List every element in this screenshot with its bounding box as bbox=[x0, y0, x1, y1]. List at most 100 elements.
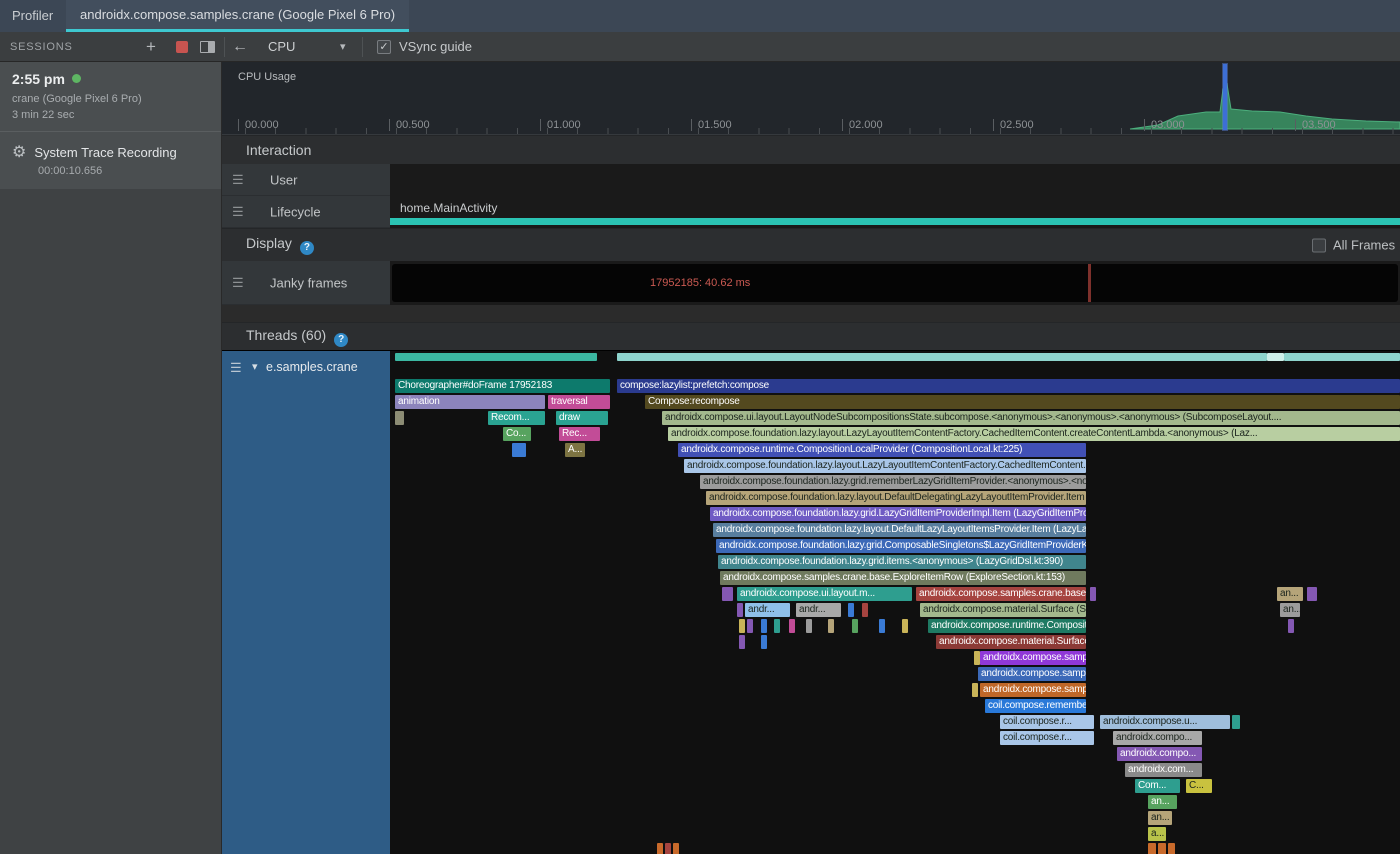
flame-bar[interactable]: androidx.compose.runtime.CompositionLoca… bbox=[928, 619, 1086, 633]
flame-bar[interactable]: an... bbox=[1277, 587, 1303, 601]
flame-bar-sliver[interactable] bbox=[848, 603, 854, 617]
flame-bar-sliver[interactable] bbox=[852, 619, 858, 633]
flame-bar[interactable]: androidx.compose.samples.crane.base.Expl… bbox=[980, 683, 1086, 697]
flame-bar[interactable]: a... bbox=[1148, 827, 1166, 841]
lifecycle-event-bar[interactable] bbox=[390, 218, 1400, 225]
flame-bar-sliver[interactable] bbox=[739, 635, 745, 649]
flame-bar[interactable]: coil.compose.r... bbox=[1000, 731, 1094, 745]
flame-bar-sliver[interactable] bbox=[806, 619, 812, 633]
janky-track-label[interactable]: ☰ Janky frames bbox=[222, 261, 390, 305]
session-entry[interactable]: 2:55 pm crane (Google Pixel 6 Pro) 3 min… bbox=[0, 62, 221, 131]
flame-bar[interactable]: androidx.compose.samples.crane.base.Expl… bbox=[980, 651, 1086, 665]
user-track-label[interactable]: ☰ User bbox=[222, 164, 390, 196]
flame-bar[interactable]: andr... bbox=[796, 603, 841, 617]
flame-bar[interactable]: Co... bbox=[503, 427, 531, 441]
add-session-icon[interactable]: + bbox=[146, 32, 156, 62]
flame-bar-sliver[interactable] bbox=[902, 619, 908, 633]
flame-bar-sliver[interactable] bbox=[512, 443, 526, 457]
flame-bar-sliver[interactable] bbox=[1158, 843, 1166, 854]
flame-bar-sliver[interactable] bbox=[1168, 843, 1175, 854]
stop-recording-icon[interactable] bbox=[176, 41, 188, 53]
flame-bar-sliver[interactable] bbox=[1267, 353, 1284, 361]
flame-bar[interactable]: androidx.compose.foundation.lazy.grid.Co… bbox=[716, 539, 1086, 553]
flame-bar-sliver[interactable] bbox=[862, 603, 868, 617]
flame-bar[interactable]: Compose:recompose bbox=[645, 395, 1400, 409]
flame-bar-sliver[interactable] bbox=[879, 619, 885, 633]
flame-bar[interactable]: androidx.compose.foundation.lazy.grid.it… bbox=[718, 555, 1086, 569]
flame-bar-sliver[interactable] bbox=[761, 635, 767, 649]
flame-bar[interactable]: androidx.compo... bbox=[1113, 731, 1202, 745]
flame-bar-sliver[interactable] bbox=[395, 411, 404, 425]
cpu-usage-strip[interactable]: CPU Usage 00.00000.50001.00001.50002.000… bbox=[222, 62, 1400, 135]
flame-bar-sliver[interactable] bbox=[657, 843, 663, 854]
help-icon[interactable]: ? bbox=[334, 333, 348, 347]
flame-bar[interactable]: androidx.compose.ui.layout.LayoutNodeSub… bbox=[662, 411, 1400, 425]
flame-bar-sliver[interactable] bbox=[747, 619, 753, 633]
flame-bar-sliver[interactable] bbox=[1288, 619, 1294, 633]
flame-bar[interactable]: androidx.compose.ui.layout.m... bbox=[737, 587, 912, 601]
profiler-type-dropdown[interactable]: CPU bbox=[268, 32, 295, 62]
lifecycle-track-area[interactable]: home.MainActivity bbox=[390, 196, 1400, 228]
flame-bar-sliver[interactable] bbox=[789, 619, 795, 633]
flame-bar-sliver[interactable] bbox=[828, 619, 834, 633]
flame-bar-sliver[interactable] bbox=[617, 353, 1267, 361]
user-track-area[interactable] bbox=[390, 164, 1400, 196]
janky-frame-bar[interactable]: 17952185: 40.62 ms bbox=[392, 264, 1398, 302]
flame-bar[interactable]: androidx.compose.foundation.lazy.layout.… bbox=[684, 459, 1086, 473]
flame-bar-sliver[interactable] bbox=[737, 603, 743, 617]
flame-bar[interactable]: androidx.com... bbox=[1125, 763, 1202, 777]
flame-bar[interactable]: draw bbox=[556, 411, 608, 425]
flame-bar[interactable]: compose:lazylist:prefetch:compose bbox=[617, 379, 1400, 393]
flame-bar[interactable]: androidx.compose.u... bbox=[1100, 715, 1230, 729]
flame-bar-sliver[interactable] bbox=[1148, 843, 1156, 854]
flame-bar[interactable]: androidx.compose.samples.crane.base.Expl… bbox=[720, 571, 1086, 585]
flame-bar[interactable]: Com... bbox=[1135, 779, 1180, 793]
flame-chart[interactable]: Choreographer#doFrame 17952183compose:la… bbox=[390, 353, 1400, 854]
help-icon[interactable]: ? bbox=[300, 241, 314, 255]
flame-bar-sliver[interactable] bbox=[1307, 587, 1317, 601]
flame-bar-sliver[interactable] bbox=[673, 843, 679, 854]
thread-label-selected[interactable]: ☰ ▾ e.samples.crane bbox=[222, 351, 390, 854]
janky-track-area[interactable]: 17952185: 40.62 ms bbox=[390, 261, 1400, 305]
collapse-panel-icon[interactable] bbox=[200, 41, 215, 53]
flame-bar-sliver[interactable] bbox=[739, 619, 745, 633]
flame-bar-sliver[interactable] bbox=[774, 619, 780, 633]
flame-bar[interactable]: Recom... bbox=[488, 411, 545, 425]
flame-bar-sliver[interactable] bbox=[665, 843, 671, 854]
flame-bar[interactable]: androidx.compose.foundation.lazy.grid.La… bbox=[710, 507, 1086, 521]
flame-bar[interactable]: androidx.compose.runtime.CompositionLoca… bbox=[678, 443, 1086, 457]
thread-expand-icon[interactable]: ▾ bbox=[252, 360, 258, 373]
flame-bar[interactable]: androidx.compose.material.Surface (Surfa… bbox=[920, 603, 1086, 617]
janky-frame-marker[interactable] bbox=[1088, 264, 1091, 302]
flame-bar[interactable]: C... bbox=[1186, 779, 1212, 793]
drag-handle-icon[interactable]: ☰ bbox=[232, 275, 244, 291]
flame-bar[interactable]: androidx.compose.material.Surface.<anony… bbox=[936, 635, 1086, 649]
recording-entry[interactable]: ⚙ System Trace Recording 00:00:10.656 bbox=[0, 131, 221, 189]
chevron-down-icon[interactable]: ▾ bbox=[340, 32, 346, 62]
vsync-guide-checkbox[interactable]: ✓ bbox=[377, 40, 391, 54]
back-arrow-icon[interactable]: ← bbox=[232, 32, 248, 62]
flame-bar-sliver[interactable] bbox=[722, 587, 733, 601]
flame-bar[interactable]: androidx.compose.foundation.lazy.layout.… bbox=[713, 523, 1086, 537]
flame-bar[interactable]: A... bbox=[565, 443, 585, 457]
flame-bar-sliver[interactable] bbox=[1284, 353, 1400, 361]
flame-bar[interactable]: an... bbox=[1280, 603, 1300, 617]
flame-bar[interactable]: coil.compose.rememberAsyncImagePainter (… bbox=[985, 699, 1086, 713]
drag-handle-icon[interactable]: ☰ bbox=[232, 204, 244, 220]
flame-bar-sliver[interactable] bbox=[1090, 587, 1096, 601]
session-tab[interactable]: androidx.compose.samples.crane (Google P… bbox=[66, 0, 409, 32]
flame-bar[interactable]: animation bbox=[395, 395, 545, 409]
flame-bar-sliver[interactable] bbox=[972, 683, 978, 697]
lifecycle-track-label[interactable]: ☰ Lifecycle bbox=[222, 196, 390, 228]
flame-bar[interactable]: coil.compose.r... bbox=[1000, 715, 1094, 729]
drag-handle-icon[interactable]: ☰ bbox=[230, 360, 242, 376]
flame-bar[interactable]: androidx.compo... bbox=[1117, 747, 1202, 761]
flame-bar[interactable]: andr... bbox=[745, 603, 790, 617]
flame-bar[interactable]: androidx.compose.samples.crane.base.Expl… bbox=[916, 587, 1086, 601]
flame-bar[interactable]: androidx.compose.foundation.lazy.layout.… bbox=[668, 427, 1400, 441]
flame-bar[interactable]: androidx.compose.samples.crane.base.Expl… bbox=[978, 667, 1086, 681]
flame-bar[interactable]: traversal bbox=[548, 395, 610, 409]
flame-bar[interactable]: androidx.compose.foundation.lazy.grid.re… bbox=[700, 475, 1086, 489]
flame-bar-sliver[interactable] bbox=[761, 619, 767, 633]
flame-bar[interactable]: Rec... bbox=[559, 427, 600, 441]
